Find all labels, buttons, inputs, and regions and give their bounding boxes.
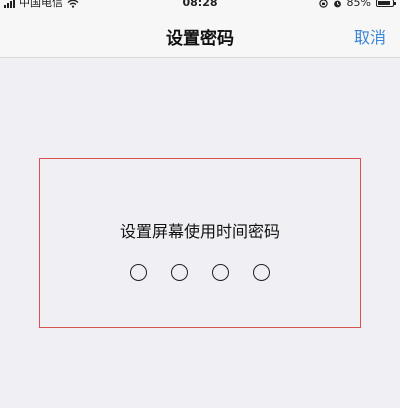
status-right: 85% bbox=[318, 0, 396, 9]
rotation-lock-icon bbox=[318, 0, 328, 8]
status-bar: 中国电信 08:28 85% bbox=[0, 0, 400, 12]
battery-icon bbox=[376, 0, 396, 7]
passcode-dots[interactable] bbox=[0, 264, 400, 281]
passcode-dot bbox=[212, 264, 229, 281]
alarm-icon bbox=[333, 0, 341, 7]
page-title: 设置密码 bbox=[166, 29, 234, 49]
passcode-dot bbox=[253, 264, 270, 281]
passcode-prompt: 设置屏幕使用时间密码 bbox=[119, 222, 280, 241]
battery-percent: 85% bbox=[346, 0, 371, 9]
nav-bar: 设置密码 取消 bbox=[0, 12, 400, 58]
cancel-button[interactable]: 取消 bbox=[354, 24, 386, 48]
highlight-box bbox=[39, 158, 361, 328]
battery-fill bbox=[378, 1, 390, 5]
passcode-dot bbox=[171, 264, 188, 281]
passcode-dot bbox=[130, 264, 147, 281]
screen: 中国电信 08:28 85% 设置密码 取消 设置屏幕使用时间密码 bbox=[0, 0, 400, 408]
